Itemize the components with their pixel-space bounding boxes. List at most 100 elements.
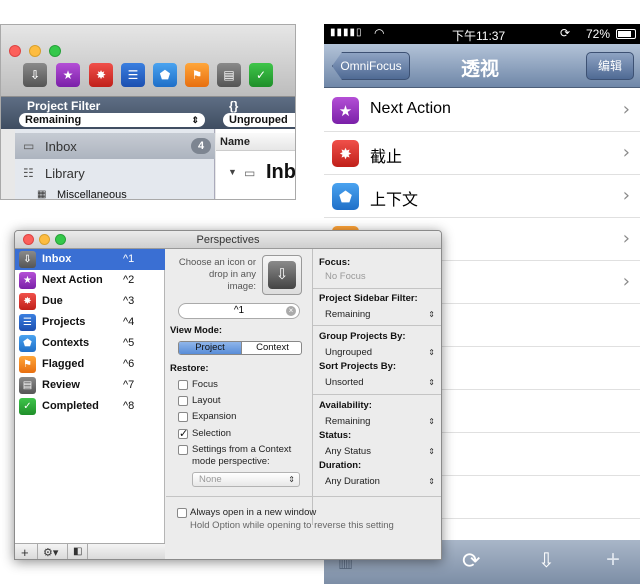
- chevron-right-icon: ›: [622, 142, 630, 163]
- list-bottom-bar: + ⚙▾ ◧: [15, 543, 165, 559]
- icon-well[interactable]: ⇩: [262, 255, 302, 295]
- contexts-icon[interactable]: ⬟: [153, 63, 177, 87]
- view-mode-project[interactable]: Project: [179, 342, 241, 354]
- context-perspective-popup[interactable]: None ⇕: [192, 472, 300, 487]
- review-icon[interactable]: ▤: [217, 63, 241, 87]
- sync-icon[interactable]: ⟳: [462, 548, 480, 574]
- disclosure-triangle-icon[interactable]: ▼: [228, 167, 237, 177]
- restore-focus-label: Focus: [192, 379, 218, 390]
- sidebar-library-label: Library: [45, 166, 85, 181]
- chevron-right-icon: ›: [622, 228, 630, 249]
- nav-title: 透视: [461, 59, 500, 80]
- clear-icon[interactable]: ×: [286, 306, 296, 316]
- edit-button[interactable]: 编辑: [586, 52, 634, 80]
- close-button[interactable]: [23, 234, 34, 245]
- view-mode-segmented[interactable]: Project Context: [178, 341, 302, 355]
- sidebar-item-library[interactable]: ☷ Library: [15, 161, 215, 185]
- next-action-icon[interactable]: ★: [56, 63, 80, 87]
- sidebar-item-miscellaneous[interactable]: ▦ Miscellaneous: [15, 187, 215, 200]
- status-popup[interactable]: Any Status ⇕: [319, 445, 439, 460]
- add-icon[interactable]: +: [21, 545, 29, 559]
- toolbar: ⇩ ★ ✸ ☰ ⬟ ⚑ ▤ ✓: [1, 25, 295, 97]
- grouping-popup[interactable]: Ungrouped: [223, 113, 295, 127]
- gear-icon[interactable]: ⚙▾: [43, 546, 58, 559]
- sidebar-toggle-icon[interactable]: ◧: [73, 546, 82, 557]
- duration-label: Duration:: [319, 460, 362, 471]
- restore-layout-label: Layout: [192, 395, 221, 406]
- availability-popup[interactable]: Remaining ⇕: [319, 415, 439, 430]
- chevron-right-icon: ›: [622, 185, 630, 206]
- sidebar-item-inbox[interactable]: ▭ Inbox 4: [15, 133, 215, 159]
- restore-selection-checkbox[interactable]: ✓: [178, 429, 188, 440]
- inbox-icon: ⇩: [19, 251, 36, 268]
- due-icon: ✸: [19, 293, 36, 310]
- perspective-item-due[interactable]: ✸ Due ^3: [15, 291, 165, 312]
- context-tag-icon: ⬟: [19, 335, 36, 352]
- icon-hint-text: Choose an icon or drop in any image:: [178, 257, 256, 292]
- due-icon: ✸: [332, 140, 359, 167]
- status-label: Status:: [319, 430, 352, 441]
- perspective-item-inbox[interactable]: ⇩ Inbox ^1: [15, 249, 165, 270]
- popup-arrows-icon: ⇕: [191, 115, 199, 125]
- view-mode-context[interactable]: Context: [241, 342, 301, 354]
- restore-settings-checkbox[interactable]: [178, 445, 188, 455]
- zoom-button[interactable]: [55, 234, 66, 245]
- perspective-item-completed[interactable]: ✓ Completed ^8: [15, 396, 165, 417]
- popup-arrows-icon: ⇕: [428, 417, 435, 426]
- signal-bars-icon: ▮▮▮▮▯: [330, 27, 363, 38]
- window-title: Perspectives: [196, 234, 260, 246]
- perspective-item-next-action[interactable]: ★ Next Action ^2: [15, 270, 165, 291]
- focus-value: No Focus: [325, 271, 366, 282]
- inbox-perspective-icon[interactable]: ⇩: [23, 63, 47, 87]
- column-header-name[interactable]: Name: [216, 133, 295, 151]
- list-item-next-action[interactable]: ★ Next Action ›: [324, 89, 640, 132]
- perspective-name: Next Action: [42, 274, 103, 286]
- availability-value: Remaining: [325, 416, 371, 427]
- group-projects-popup[interactable]: Ungrouped ⇕: [319, 346, 439, 361]
- perspective-item-projects[interactable]: ☰ Projects ^4: [15, 312, 165, 333]
- status-value: Any Status: [325, 446, 371, 457]
- project-filter-value: Remaining: [25, 114, 82, 126]
- perspective-item-contexts[interactable]: ⬟ Contexts ^5: [15, 333, 165, 354]
- restore-layout-checkbox[interactable]: [178, 396, 188, 406]
- completed-icon[interactable]: ✓: [249, 63, 273, 87]
- close-button[interactable]: [9, 45, 21, 57]
- perspective-list: ⇩ Inbox ^1 ★ Next Action ^2 ✸ Due ^3 ☰ P…: [15, 249, 165, 543]
- perspective-shortcut: ^5: [123, 337, 135, 349]
- shortcut-field[interactable]: ^1 ×: [178, 303, 300, 319]
- folder-icon: ▦: [37, 189, 47, 200]
- minimize-button[interactable]: [29, 45, 41, 57]
- perspective-shortcut: ^3: [123, 295, 135, 307]
- availability-label: Availability:: [319, 400, 372, 411]
- restore-focus-checkbox[interactable]: [178, 380, 188, 390]
- due-icon[interactable]: ✸: [89, 63, 113, 87]
- sidebar-filter-popup[interactable]: Remaining ⇕: [319, 308, 439, 323]
- popup-arrows-icon: ⇕: [428, 310, 435, 319]
- zoom-button[interactable]: [49, 45, 61, 57]
- row-label: 上下文: [370, 192, 419, 209]
- outline-area: Name ▼ ▭ Inb: [216, 129, 295, 199]
- inbox-count-badge: 4: [191, 138, 211, 154]
- quick-entry-inbox-icon[interactable]: ⇩: [538, 548, 555, 573]
- add-icon[interactable]: +: [606, 546, 620, 574]
- project-filter-popup[interactable]: Remaining ⇕: [19, 113, 205, 127]
- flagged-icon[interactable]: ⚑: [185, 63, 209, 87]
- sort-projects-popup[interactable]: Unsorted ⇕: [319, 376, 439, 391]
- projects-icon[interactable]: ☰: [121, 63, 145, 87]
- duration-value: Any Duration: [325, 476, 380, 487]
- minimize-button[interactable]: [39, 234, 50, 245]
- popup-arrows-icon: ⇕: [428, 477, 435, 486]
- list-item-context[interactable]: ⬟ 上下文 ›: [324, 175, 640, 218]
- perspective-item-review[interactable]: ▤ Review ^7: [15, 375, 165, 396]
- column-name-label: Name: [220, 136, 250, 148]
- restore-expansion-checkbox[interactable]: [178, 412, 188, 422]
- perspective-item-flagged[interactable]: ⚑ Flagged ^6: [15, 354, 165, 375]
- sidebar-filter-value: Remaining: [325, 309, 371, 320]
- group-projects-label: Group Projects By:: [319, 331, 406, 342]
- always-open-checkbox[interactable]: [177, 508, 187, 518]
- perspective-shortcut: ^7: [123, 379, 135, 391]
- title-bar: Perspectives: [15, 231, 441, 249]
- back-button[interactable]: OmniFocus: [332, 52, 410, 80]
- duration-popup[interactable]: Any Duration ⇕: [319, 475, 439, 490]
- list-item-due[interactable]: ✸ 截止 ›: [324, 132, 640, 175]
